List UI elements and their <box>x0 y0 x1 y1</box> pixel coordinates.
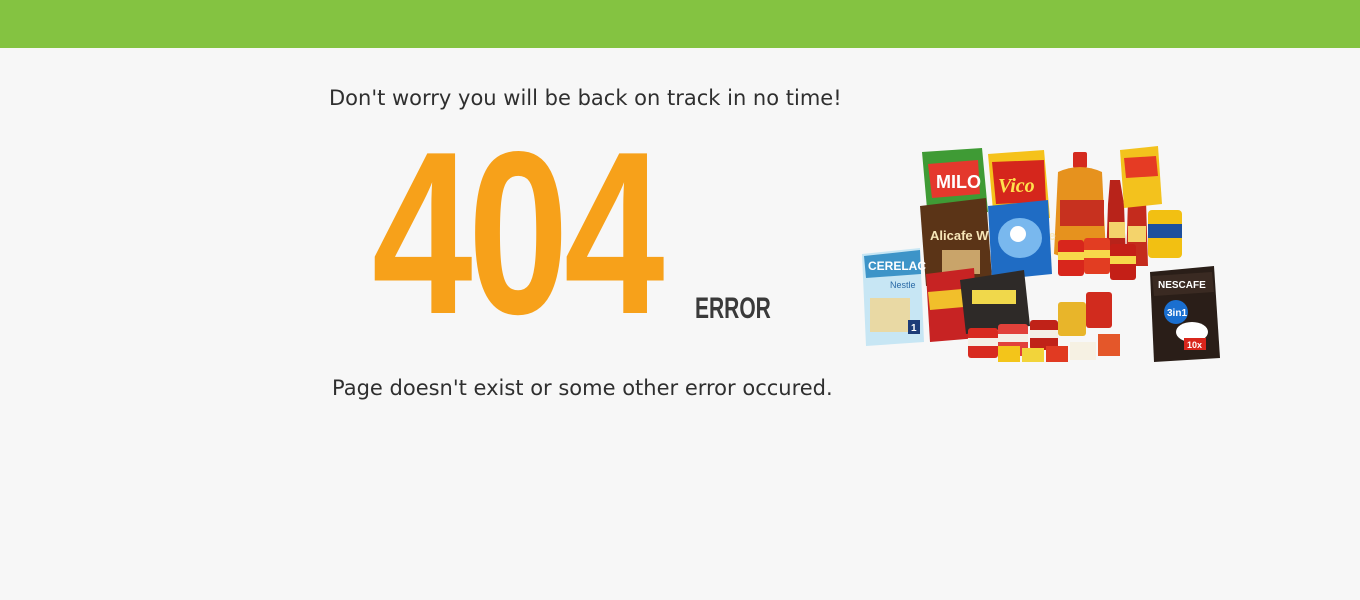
cerelac-box: CERELAC Nestle 1 <box>862 248 926 346</box>
cerelac-label: CERELAC <box>868 259 926 273</box>
error-label: ERROR <box>695 292 771 325</box>
groceries-illustration: MILO Vico Alicafe White Coffee <box>862 146 1220 362</box>
error-message: Page doesn't exist or some other error o… <box>332 376 833 400</box>
nescafe-count-label: 10x <box>1187 340 1202 350</box>
nescafe-pack: NESCAFE 3in1 10x <box>1150 266 1220 362</box>
nestle-label: Nestle <box>890 280 916 290</box>
cerelac-stage-label: 1 <box>911 323 917 334</box>
vico-label: Vico <box>998 175 1035 197</box>
yellow-tin <box>1148 210 1182 258</box>
error-code: 404 <box>372 104 665 363</box>
yellow-box <box>1120 146 1162 208</box>
blue-milk-pack <box>988 200 1052 280</box>
top-header-bar <box>0 0 1360 48</box>
nescafe-3in1-label: 3in1 <box>1167 308 1187 319</box>
nescafe-label: NESCAFE <box>1158 280 1206 291</box>
milo-label: MILO <box>936 172 981 192</box>
cans-middle <box>1058 238 1136 280</box>
